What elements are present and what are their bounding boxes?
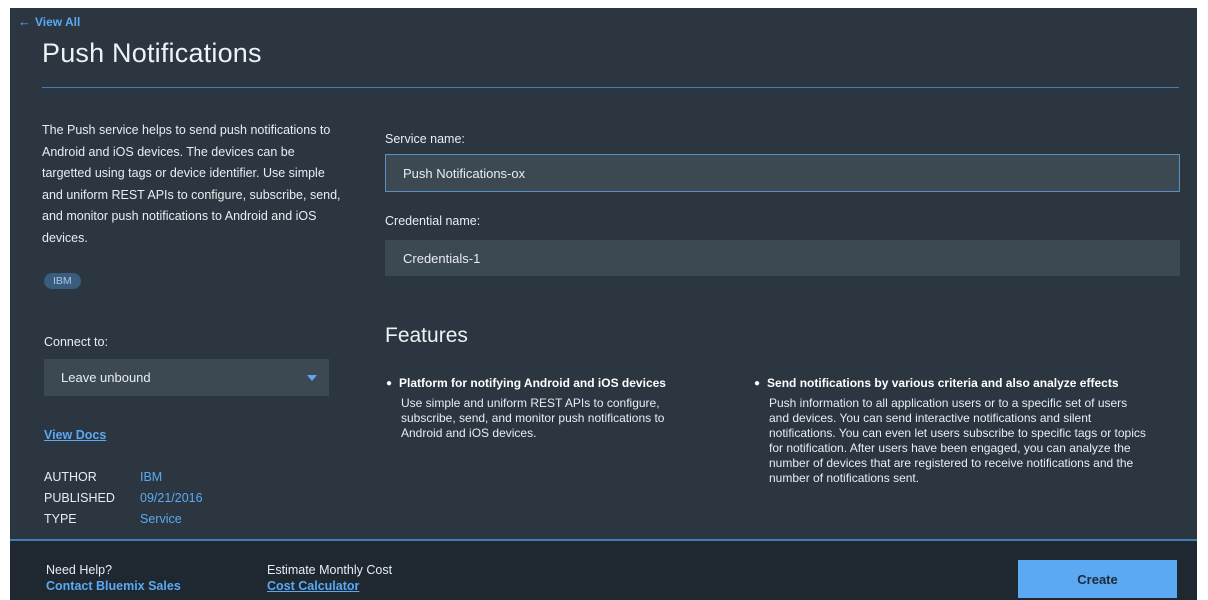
bullet-icon: ● (754, 378, 761, 389)
meta-row-published: PUBLISHED 09/21/2016 (44, 488, 203, 509)
cost-calculator-link[interactable]: Cost Calculator (267, 579, 359, 593)
meta-value: IBM (140, 470, 163, 484)
caret-down-icon (307, 374, 317, 381)
features-heading: Features (385, 324, 468, 347)
create-button[interactable]: Create (1018, 560, 1177, 598)
meta-key: PUBLISHED (44, 491, 115, 505)
meta-value: 09/21/2016 (140, 491, 203, 505)
feature-description: Use simple and uniform REST APIs to conf… (401, 396, 665, 440)
feature-title: Send notifications by various criteria a… (767, 376, 1119, 390)
service-description: The Push service helps to send push noti… (42, 123, 341, 245)
connect-to-select[interactable]: Leave unbound (44, 359, 329, 396)
contact-sales-link[interactable]: Contact Bluemix Sales (46, 579, 181, 593)
estimate-cost-label: Estimate Monthly Cost (267, 563, 393, 577)
service-metadata: AUTHOR IBM PUBLISHED 09/21/2016 TYPE Ser… (44, 467, 203, 530)
need-help-label: Need Help? (46, 563, 113, 577)
service-name-input[interactable] (385, 154, 1180, 192)
service-panel: ← View All Push Notifications The Push s… (10, 8, 1197, 600)
page-title: Push Notifications (42, 38, 262, 68)
credential-name-input[interactable] (385, 240, 1180, 276)
feature-item: ● Platform for notifying Android and iOS… (386, 376, 706, 441)
service-name-label: Service name: (385, 132, 465, 146)
meta-key: AUTHOR (44, 470, 97, 484)
tag-ibm[interactable]: IBM (44, 273, 81, 289)
connect-to-value: Leave unbound (61, 370, 151, 385)
feature-item: ● Send notifications by various criteria… (754, 376, 1149, 486)
title-divider (42, 87, 1179, 88)
feature-title: Platform for notifying Android and iOS d… (399, 376, 666, 390)
footer-bar: Need Help? Contact Bluemix Sales Estimat… (10, 539, 1197, 600)
meta-value: Service (140, 512, 182, 526)
meta-key: TYPE (44, 512, 77, 526)
meta-row-type: TYPE Service (44, 509, 203, 530)
connect-to-label: Connect to: (44, 335, 108, 349)
view-docs-link[interactable]: View Docs (44, 428, 106, 442)
view-all-link[interactable]: ← View All (18, 14, 80, 29)
arrow-left-icon: ← (18, 14, 31, 29)
bullet-icon: ● (386, 378, 393, 389)
meta-row-author: AUTHOR IBM (44, 467, 203, 488)
view-all-label: View All (35, 14, 81, 29)
credential-name-label: Credential name: (385, 214, 481, 228)
feature-description: Push information to all application user… (769, 396, 1146, 485)
